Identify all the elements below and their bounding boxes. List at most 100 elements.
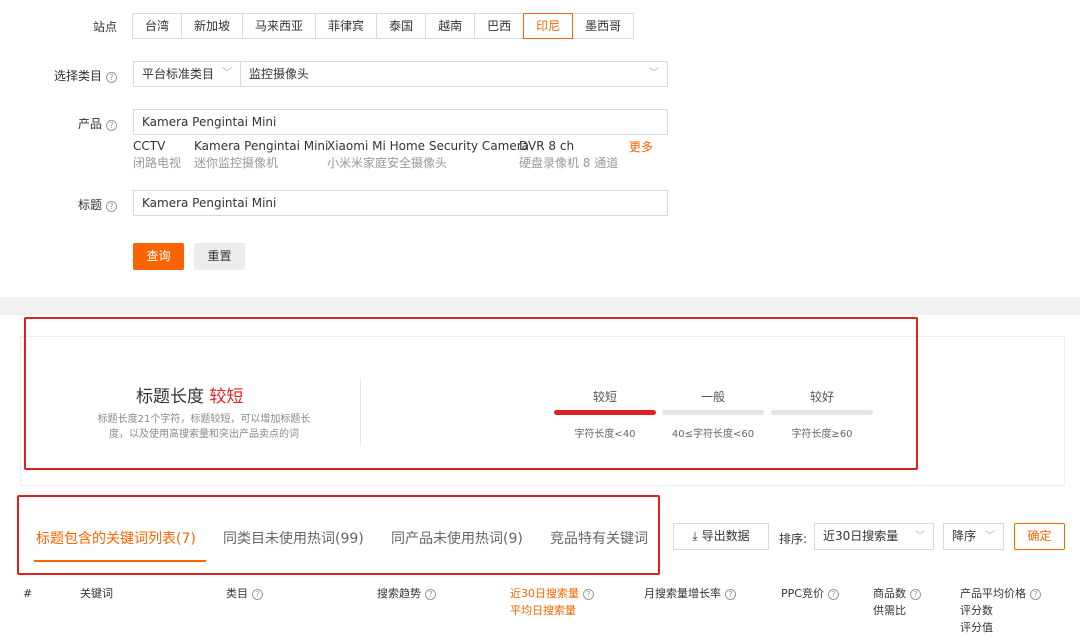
suggestion-en: CCTV xyxy=(133,139,166,153)
section-divider xyxy=(0,297,1080,315)
help-icon[interactable]: ? xyxy=(910,589,921,600)
tab-category-unused[interactable]: 同类目未使用热词(99) xyxy=(223,528,364,548)
header-subtext: 供需比 xyxy=(873,604,906,617)
chevron-down-icon: ﹀ xyxy=(915,531,925,542)
site-label: 站点 xyxy=(92,20,117,34)
level-bar-active xyxy=(554,410,656,415)
suggestion-item[interactable]: Xiaomi Mi Home Security Camera 小米米家庭安全摄像… xyxy=(327,138,529,172)
suggestion-cn: 硬盘录像机 8 通道 xyxy=(519,156,619,170)
tab-product-unused[interactable]: 同产品未使用热词(9) xyxy=(391,528,523,548)
header-text: 搜索趋势 xyxy=(377,587,421,600)
column-header-keyword[interactable]: 关键词 xyxy=(80,585,113,602)
product-label-text: 产品 xyxy=(77,117,102,131)
site-option-philippines[interactable]: 菲律宾 xyxy=(315,13,378,39)
header-text: 类目 xyxy=(226,587,248,600)
column-header-growth[interactable]: 月搜索量增长率? xyxy=(644,585,736,602)
chevron-down-icon: ﹀ xyxy=(985,531,995,542)
order-select[interactable]: 降序 ﹀ xyxy=(943,523,1004,550)
card-divider xyxy=(360,378,361,446)
product-label: 产品? xyxy=(17,115,117,132)
product-input[interactable]: Kamera Pengintai Mini xyxy=(133,109,668,135)
help-icon[interactable]: ? xyxy=(583,589,594,600)
suggestion-item[interactable]: Kamera Pengintai Mini 迷你监控摄像机 xyxy=(194,138,328,172)
title-length-heading: 标题长度 较短 xyxy=(136,382,243,407)
header-subtext: 平均日搜索量 xyxy=(510,604,576,617)
export-label: 导出数据 xyxy=(701,529,750,543)
site-selector: 台湾 新加坡 马来西亚 菲律宾 泰国 越南 巴西 印尼 墨西哥 xyxy=(132,13,635,39)
chevron-down-icon: ﹀ xyxy=(222,68,232,79)
site-option-malaysia[interactable]: 马来西亚 xyxy=(242,13,317,39)
category-label: 选择类目? xyxy=(17,67,117,84)
level-range: 字符长度≥60 xyxy=(791,429,853,440)
download-icon: ⤓ xyxy=(692,529,698,543)
more-link[interactable]: 更多 xyxy=(629,138,653,155)
level-range: 字符长度<40 xyxy=(574,429,636,440)
chevron-down-icon: ﹀ xyxy=(649,68,659,79)
category-value: 监控摄像头 xyxy=(249,67,310,81)
help-icon[interactable]: ? xyxy=(106,120,117,131)
sort-select[interactable]: 近30日搜索量 ﹀ xyxy=(814,523,934,550)
category-type-value: 平台标准类目 xyxy=(142,67,215,81)
suggestion-en: DVR 8 ch xyxy=(519,139,575,153)
confirm-button[interactable]: 确定 xyxy=(1014,523,1065,550)
help-icon[interactable]: ? xyxy=(1030,589,1041,600)
site-option-indonesia[interactable]: 印尼 xyxy=(523,13,574,39)
category-label-text: 选择类目 xyxy=(53,69,102,83)
title-label-text: 标题 xyxy=(77,198,102,212)
suggestion-en: Xiaomi Mi Home Security Camera xyxy=(327,139,530,153)
tab-active-underline xyxy=(34,560,206,562)
reset-button[interactable]: 重置 xyxy=(194,243,245,270)
title-input[interactable]: Kamera Pengintai Mini xyxy=(133,190,668,216)
suggestion-item[interactable]: CCTV 闭路电视 xyxy=(133,138,181,172)
title-length-description: 标题长度21个字符，标题较短，可以增加标题长 度，以及使用高搜索量和突出产品卖点… xyxy=(66,412,342,442)
level-label: 较好 xyxy=(809,390,834,404)
title-label: 标题? xyxy=(17,196,117,213)
level-bar xyxy=(662,410,764,415)
header-text: 近30日搜索量 xyxy=(510,587,579,600)
help-icon[interactable]: ? xyxy=(827,589,839,600)
site-option-brazil[interactable]: 巴西 xyxy=(474,13,525,39)
query-button[interactable]: 查询 xyxy=(133,243,184,270)
header-subtext: 评分值 xyxy=(960,621,993,634)
help-icon[interactable]: ? xyxy=(106,201,117,212)
sort-value: 近30日搜索量 xyxy=(823,529,899,543)
site-option-singapore[interactable]: 新加坡 xyxy=(181,13,244,39)
verdict-text: 较短 xyxy=(209,387,244,407)
description-line: 标题长度21个字符，标题较短，可以增加标题长 xyxy=(97,414,311,425)
tab-competitor-keywords[interactable]: 竞品特有关键词 xyxy=(550,528,648,548)
suggestion-item[interactable]: DVR 8 ch 硬盘录像机 8 通道 xyxy=(519,138,618,172)
site-option-taiwan[interactable]: 台湾 xyxy=(132,13,183,39)
help-icon[interactable]: ? xyxy=(725,589,736,600)
level-label: 较短 xyxy=(592,390,617,404)
order-value: 降序 xyxy=(952,529,977,543)
suggestion-cn: 闭路电视 xyxy=(133,156,182,170)
column-header-search-volume[interactable]: 近30日搜索量? 平均日搜索量 xyxy=(510,585,594,619)
category-type-select[interactable]: 平台标准类目 ﹀ xyxy=(133,61,241,87)
suggestion-en: Kamera Pengintai Mini xyxy=(194,139,329,153)
suggestion-cn: 迷你监控摄像机 xyxy=(194,156,279,170)
column-header-trend[interactable]: 搜索趋势? xyxy=(377,585,436,602)
help-icon[interactable]: ? xyxy=(425,589,436,600)
site-option-mexico[interactable]: 墨西哥 xyxy=(572,13,635,39)
column-header-price[interactable]: 产品平均价格? 评分数 评分值 xyxy=(960,585,1041,636)
level-bar xyxy=(771,410,873,415)
site-option-vietnam[interactable]: 越南 xyxy=(425,13,476,39)
help-icon[interactable]: ? xyxy=(252,589,263,600)
column-header-category[interactable]: 类目? xyxy=(226,585,263,602)
column-header-products[interactable]: 商品数? 供需比 xyxy=(873,585,921,619)
heading-text: 标题长度 xyxy=(136,387,204,407)
level-range: 40≤字符长度<60 xyxy=(671,429,755,440)
tab-title-keywords[interactable]: 标题包含的关键词列表(7) xyxy=(36,528,196,548)
site-option-thailand[interactable]: 泰国 xyxy=(376,13,427,39)
column-header-index: # xyxy=(23,587,33,600)
header-subtext: 评分数 xyxy=(960,604,993,617)
header-text: 月搜索量增长率 xyxy=(644,587,721,600)
suggestion-cn: 小米米家庭安全摄像头 xyxy=(327,156,448,170)
column-header-ppc[interactable]: PPC竞价? xyxy=(781,585,839,602)
header-text: 产品平均价格 xyxy=(960,587,1026,600)
export-button[interactable]: ⤓ 导出数据 xyxy=(673,523,769,550)
help-icon[interactable]: ? xyxy=(106,72,117,83)
description-line: 度，以及使用高搜索量和突出产品卖点的词 xyxy=(109,429,299,440)
category-select[interactable]: 监控摄像头 ﹀ xyxy=(240,61,668,87)
level-label: 一般 xyxy=(700,390,725,404)
